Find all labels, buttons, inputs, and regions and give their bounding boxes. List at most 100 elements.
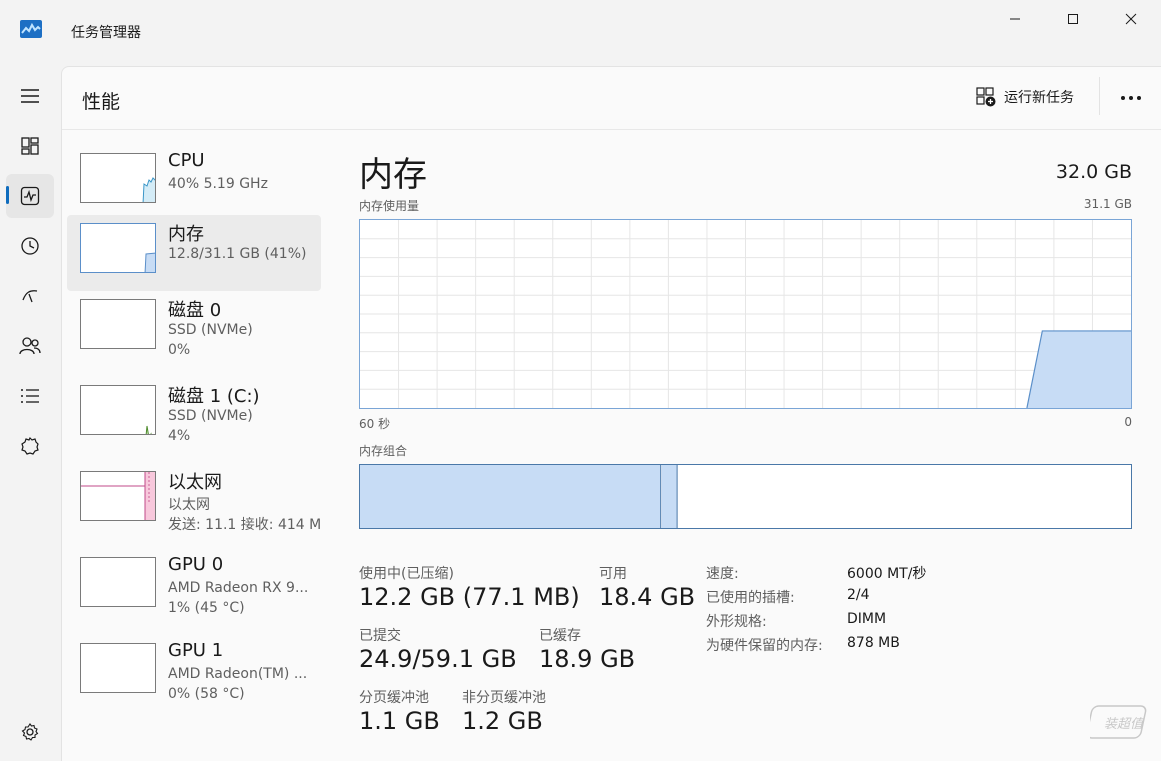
nav-item-app-history[interactable]	[6, 224, 54, 268]
ethernet-thumbnail	[80, 471, 156, 521]
device-usage: 4%	[168, 428, 191, 444]
run-new-task-button[interactable]: 运行新任务	[976, 87, 1074, 107]
nav-menu-button[interactable]	[6, 74, 54, 118]
nav-item-performance[interactable]	[6, 174, 54, 218]
composition-in-use-segment[interactable]	[360, 465, 661, 528]
performance-icon	[20, 186, 40, 206]
memory-thumbnail-graph	[144, 252, 155, 272]
processes-icon	[21, 137, 39, 155]
close-icon	[1125, 13, 1137, 25]
device-name: CPU	[168, 150, 205, 171]
committed-label: 已提交	[359, 628, 401, 644]
usage-graph-label: 内存使用量	[359, 199, 420, 213]
spec-form-factor-label: 外形规格:	[706, 614, 767, 630]
memory-composition-plot	[360, 465, 678, 528]
device-usage: 0% (58 °C)	[168, 686, 245, 702]
window-title: 任务管理器	[71, 25, 141, 41]
nav-item-details[interactable]	[6, 374, 54, 418]
close-button[interactable]	[1102, 0, 1160, 38]
device-subtitle: 以太网	[168, 497, 210, 513]
device-name: 内存	[168, 224, 204, 245]
run-new-task-icon	[976, 87, 996, 107]
spec-speed-value: 6000 MT/秒	[847, 566, 927, 582]
svg-text:装超值: 装超值	[1104, 717, 1145, 732]
gpu-0-thumbnail	[80, 557, 156, 607]
device-name: GPU 0	[168, 554, 224, 575]
memory-composition-bar	[359, 464, 1132, 529]
device-subtitle: SSD (NVMe)	[168, 322, 253, 338]
cpu-thumbnail-graph	[142, 177, 155, 202]
nav-rail	[0, 64, 60, 761]
users-icon	[19, 337, 41, 355]
paged-pool-value: 1.1 GB	[359, 707, 440, 735]
nav-item-settings[interactable]	[6, 710, 54, 754]
memory-usage-graph	[359, 219, 1132, 409]
minimize-icon	[1010, 18, 1020, 20]
device-throughput: 发送: 11.1 接收: 414 M	[168, 517, 322, 533]
minimize-button[interactable]	[986, 0, 1044, 38]
usage-area	[1026, 330, 1131, 408]
spec-reserved-label: 为硬件保留的内存:	[706, 638, 823, 654]
device-subtitle: 12.8/31.1 GB (41%)	[168, 246, 307, 262]
nav-item-services[interactable]	[6, 424, 54, 468]
services-icon	[21, 436, 39, 455]
spec-form-factor-value: DIMM	[847, 611, 887, 627]
run-new-task-label: 运行新任务	[1004, 90, 1074, 106]
in-use-label: 使用中(已压缩)	[359, 566, 454, 582]
header-bottom-divider	[62, 129, 1161, 130]
disk-1-thumbnail	[80, 385, 156, 435]
available-label: 可用	[599, 566, 627, 582]
graph-axis-end: 0	[1124, 415, 1132, 429]
settings-icon	[21, 723, 39, 741]
details-icon	[21, 389, 39, 403]
title-bar: 任务管理器	[0, 0, 1161, 64]
task-manager-icon	[20, 20, 42, 38]
paged-pool-label: 分页缓冲池	[359, 690, 429, 706]
disk-1-thumbnail-graph	[145, 425, 152, 434]
in-use-value: 12.2 GB (77.1 MB)	[359, 583, 580, 611]
memory-thumbnail	[80, 223, 156, 273]
device-name: 磁盘 1 (C:)	[168, 386, 260, 407]
device-subtitle: AMD Radeon(TM) ...	[168, 666, 308, 682]
detail-title: 内存	[359, 155, 427, 195]
device-item-cpu[interactable]: CPU 40% 5.19 GHz	[67, 145, 321, 221]
header-divider	[1099, 77, 1100, 115]
device-item-gpu-0[interactable]: GPU 0 AMD Radeon RX 9... 1% (45 °C)	[67, 549, 321, 625]
spec-reserved-value: 878 MB	[847, 635, 900, 651]
device-item-disk-1[interactable]: 磁盘 1 (C:) SSD (NVMe) 4%	[67, 377, 321, 453]
device-item-memory[interactable]: 内存 12.8/31.1 GB (41%)	[67, 215, 321, 291]
nav-active-indicator	[6, 186, 9, 204]
maximize-button[interactable]	[1044, 0, 1102, 38]
nav-item-processes[interactable]	[6, 124, 54, 168]
maximize-icon	[1068, 14, 1078, 24]
page-title: 性能	[82, 91, 121, 113]
device-usage: 1% (45 °C)	[168, 600, 245, 616]
cached-label: 已缓存	[539, 628, 581, 644]
hamburger-menu-icon	[21, 89, 39, 103]
nav-item-users[interactable]	[6, 324, 54, 368]
nav-item-startup-apps[interactable]	[6, 274, 54, 318]
nonpaged-pool-label: 非分页缓冲池	[462, 690, 546, 706]
device-name: 以太网	[168, 472, 222, 493]
gpu-1-thumbnail	[80, 643, 156, 693]
device-usage: 0%	[168, 342, 191, 358]
usage-graph-max: 31.1 GB	[1083, 197, 1132, 211]
memory-usage-plot	[360, 220, 1131, 409]
more-options-button[interactable]	[1116, 83, 1146, 113]
spec-slots-value: 2/4	[847, 587, 870, 603]
cached-value: 18.9 GB	[539, 645, 636, 673]
cpu-thumbnail	[80, 153, 156, 203]
disk-0-thumbnail	[80, 299, 156, 349]
device-subtitle: SSD (NVMe)	[168, 408, 253, 424]
device-item-ethernet[interactable]: 以太网 以太网 发送: 11.1 接收: 414 M	[67, 463, 321, 539]
device-item-gpu-1[interactable]: GPU 1 AMD Radeon(TM) ... 0% (58 °C)	[67, 635, 321, 711]
device-name: 磁盘 0	[168, 300, 222, 321]
graph-axis-start: 60 秒	[359, 417, 391, 431]
device-item-disk-0[interactable]: 磁盘 0 SSD (NVMe) 0%	[67, 291, 321, 367]
device-subtitle: 40% 5.19 GHz	[168, 176, 268, 192]
watermark-logo: 装超值	[1090, 705, 1147, 739]
more-options-icon	[1121, 96, 1141, 100]
device-subtitle: AMD Radeon RX 9...	[168, 580, 309, 596]
committed-value: 24.9/59.1 GB	[359, 645, 517, 673]
composition-modified-segment[interactable]	[661, 465, 678, 528]
